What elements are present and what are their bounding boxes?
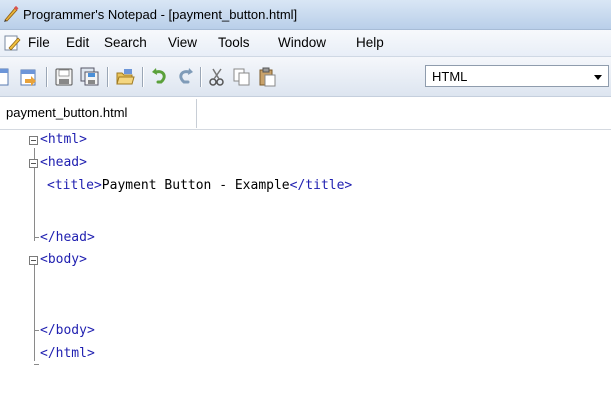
- cut-icon[interactable]: [207, 67, 227, 87]
- open-folder-icon[interactable]: [115, 67, 135, 87]
- document-pencil-icon[interactable]: [3, 34, 21, 52]
- menu-window[interactable]: Window: [276, 35, 328, 50]
- tab-label: payment_button.html: [6, 105, 128, 120]
- fold-toggle-icon[interactable]: [29, 136, 38, 145]
- code-tag: <title>: [47, 178, 102, 193]
- menu-edit[interactable]: Edit: [64, 35, 91, 50]
- code-tag: <head>: [40, 155, 87, 170]
- fold-toggle-icon[interactable]: [29, 159, 38, 168]
- code-line: </body>: [40, 323, 95, 338]
- toolbar-separator: [107, 67, 108, 87]
- toolbar-separator: [142, 67, 143, 87]
- app-icon: [4, 5, 19, 22]
- fold-toggle-icon[interactable]: [29, 256, 38, 265]
- menu-view[interactable]: View: [166, 35, 199, 50]
- toolbar-separator: [200, 67, 201, 87]
- language-select[interactable]: HTML: [425, 65, 609, 87]
- fold-end-marker: [34, 364, 39, 365]
- code-editor[interactable]: <html> <head> <title>Payment Button - Ex…: [0, 130, 611, 419]
- code-tag: </html>: [40, 346, 95, 361]
- menu-help[interactable]: Help: [354, 35, 386, 50]
- code-tag: <body>: [40, 252, 87, 267]
- code-tag: </body>: [40, 323, 95, 338]
- paste-icon[interactable]: [257, 67, 277, 87]
- toolbar-separator: [46, 67, 47, 87]
- menu-bar: File Edit Search View Tools Window Help: [0, 30, 611, 57]
- code-line: </head>: [40, 230, 95, 245]
- menu-file[interactable]: File: [26, 35, 52, 50]
- language-select-value: HTML: [432, 69, 468, 84]
- code-tag: <html>: [40, 132, 87, 147]
- menu-search[interactable]: Search: [102, 35, 149, 50]
- code-line: <head>: [40, 155, 87, 170]
- title-bar: Programmer's Notepad - [payment_button.h…: [0, 0, 611, 30]
- code-text: Payment Button - Example: [101, 178, 290, 193]
- code-line: </html>: [40, 346, 95, 361]
- window-title: Programmer's Notepad - [payment_button.h…: [23, 7, 298, 22]
- code-tag: </title>: [289, 178, 353, 193]
- code-line: <html>: [40, 132, 87, 147]
- save-icon[interactable]: [54, 67, 74, 87]
- chevron-down-icon[interactable]: [594, 75, 602, 80]
- save-all-icon[interactable]: [80, 67, 100, 87]
- redo-icon[interactable]: [175, 67, 195, 87]
- copy-icon[interactable]: [232, 67, 252, 87]
- tab-bar: payment_button.html: [0, 97, 611, 130]
- fold-end-marker: [34, 237, 39, 238]
- code-line: <body>: [40, 252, 87, 267]
- fold-end-marker: [34, 330, 39, 331]
- code-tag: </head>: [40, 230, 95, 245]
- new-file-icon[interactable]: [0, 67, 12, 87]
- fold-guide: [34, 265, 35, 361]
- toolbar: HTML: [0, 57, 611, 97]
- tab-payment-button[interactable]: payment_button.html: [0, 99, 197, 128]
- undo-icon[interactable]: [150, 67, 170, 87]
- open-file-icon[interactable]: [19, 67, 39, 87]
- menu-tools[interactable]: Tools: [216, 35, 252, 50]
- code-line: <title>Payment Button - Example</title>: [47, 178, 352, 193]
